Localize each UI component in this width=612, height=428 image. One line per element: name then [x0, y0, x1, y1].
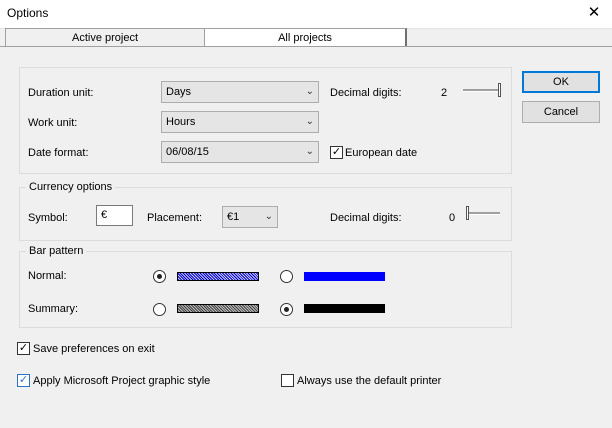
checkmark-icon: ✓	[331, 146, 342, 158]
tab-divider	[0, 46, 612, 47]
radio-dot-icon	[284, 307, 289, 312]
chevron-down-icon: ⌄	[305, 116, 314, 127]
normal-solid-bar	[304, 272, 385, 281]
normal-label: Normal:	[28, 270, 67, 282]
tab-active-project[interactable]: Active project	[5, 28, 205, 46]
placement-value: €1	[227, 211, 240, 223]
cancel-button-label: Cancel	[543, 106, 579, 118]
european-date-label: European date	[345, 147, 418, 159]
summary-solid-bar	[304, 304, 385, 313]
european-date-checkbox[interactable]: ✓	[330, 146, 343, 159]
currency-decimal-value: 0	[449, 212, 456, 224]
duration-unit-label: Duration unit:	[28, 87, 94, 99]
checkmark-icon: ✓	[18, 342, 29, 354]
date-format-value: 06/08/15	[166, 146, 209, 158]
ms-project-style-label: Apply Microsoft Project graphic style	[33, 375, 211, 387]
summary-hatch-bar	[177, 304, 259, 313]
work-unit-value: Hours	[166, 116, 196, 128]
default-printer-label: Always use the default printer	[297, 375, 442, 387]
close-icon[interactable]: ✕	[580, 2, 608, 24]
currency-symbol-input[interactable]: €	[96, 205, 133, 226]
currency-symbol-label: Symbol:	[28, 212, 68, 224]
work-unit-select[interactable]: Hours ⌄	[161, 111, 319, 133]
radio-dot-icon	[157, 274, 162, 279]
decimal-digits-value: 2	[441, 87, 448, 99]
currency-decimal-label: Decimal digits:	[330, 212, 402, 224]
summary-solid-radio[interactable]	[280, 303, 293, 316]
save-preferences-label: Save preferences on exit	[33, 343, 155, 355]
bar-pattern-group	[19, 251, 512, 328]
normal-solid-radio[interactable]	[280, 270, 293, 283]
cancel-button[interactable]: Cancel	[522, 101, 600, 123]
bar-pattern-title: Bar pattern	[26, 245, 87, 257]
placement-label: Placement:	[147, 212, 203, 224]
date-format-select[interactable]: 06/08/15 ⌄	[161, 141, 319, 163]
chevron-down-icon: ⌄	[305, 146, 314, 157]
currency-decimal-slider-thumb[interactable]	[466, 206, 469, 220]
save-preferences-checkbox[interactable]: ✓	[17, 342, 30, 355]
window-title: Options	[7, 6, 49, 20]
summary-label: Summary:	[28, 303, 79, 315]
checkmark-icon: ✓	[18, 374, 29, 386]
currency-options-title: Currency options	[26, 181, 116, 193]
default-printer-checkbox[interactable]	[281, 374, 294, 387]
work-unit-label: Work unit:	[28, 117, 78, 129]
currency-symbol-value: €	[101, 209, 108, 221]
decimal-digits-slider-track[interactable]	[463, 89, 500, 92]
duration-unit-value: Days	[166, 86, 192, 98]
tab-all-projects[interactable]: All projects	[204, 28, 407, 47]
ok-button-label: OK	[553, 76, 569, 88]
summary-pattern-radio[interactable]	[153, 303, 166, 316]
decimal-digits-slider-thumb[interactable]	[498, 83, 501, 97]
currency-decimal-slider-track[interactable]	[466, 212, 500, 215]
normal-hatch-bar	[177, 272, 259, 281]
chevron-down-icon: ⌄	[264, 211, 273, 222]
ms-project-style-checkbox[interactable]: ✓	[17, 374, 30, 387]
tab-label: All projects	[278, 32, 332, 44]
chevron-down-icon: ⌄	[305, 86, 314, 97]
tab-label: Active project	[71, 32, 139, 44]
placement-select[interactable]: €1 ⌄	[222, 206, 278, 228]
ok-button[interactable]: OK	[522, 71, 600, 93]
title-bar	[0, 0, 612, 29]
date-format-label: Date format:	[28, 147, 89, 159]
normal-pattern-radio[interactable]	[153, 270, 166, 283]
duration-unit-select[interactable]: Days ⌄	[161, 81, 319, 103]
decimal-digits-label: Decimal digits:	[330, 87, 402, 99]
